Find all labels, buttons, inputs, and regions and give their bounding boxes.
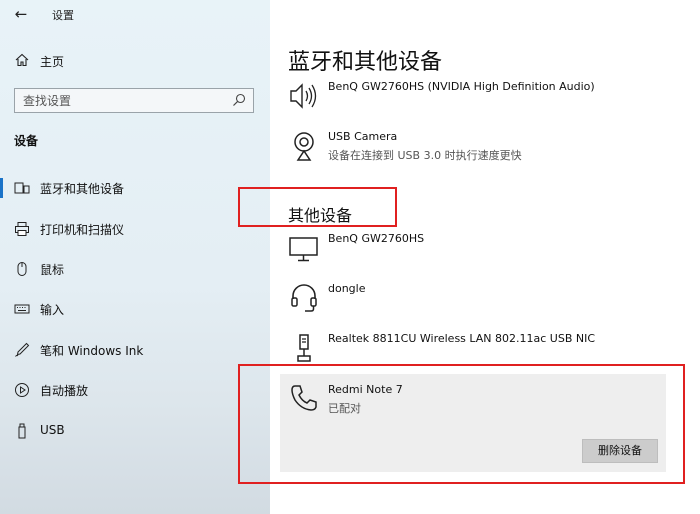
device-item[interactable]: USB Camera 设备在连接到 USB 3.0 时执行速度更快 [270,128,700,172]
keyboard-icon [14,301,30,317]
pen-icon [14,342,30,358]
mouse-icon [14,261,30,277]
usb-icon [14,423,30,439]
device-name: Realtek 8811CU Wireless LAN 802.11ac USB… [328,332,596,345]
headset-icon [288,282,320,314]
device-name: BenQ GW2760HS [328,232,425,245]
sidebar-item-mouse[interactable]: 鼠标 [0,255,270,283]
sidebar-item-home[interactable]: 主页 [0,48,270,74]
annotation-highlight-heading [238,187,397,227]
monitor-icon [288,232,320,264]
sidebar-item-bluetooth[interactable]: 蓝牙和其他设备 [0,174,270,202]
sidebar-item-label: 蓝牙和其他设备 [40,182,125,196]
device-item[interactable]: BenQ GW2760HS [270,230,700,274]
home-icon [14,53,30,69]
webcam-icon [288,130,320,162]
sidebar-item-label: 自动播放 [40,384,89,398]
speaker-icon [288,80,320,112]
app-title: 设置 [52,9,74,22]
device-name: USB Camera [328,130,398,143]
sidebar-item-label: 笔和 Windows Ink [40,344,144,358]
sidebar-item-printers[interactable]: 打印机和扫描仪 [0,215,270,243]
sidebar-item-label: USB [40,423,65,437]
device-name: BenQ GW2760HS (NVIDIA High Definition Au… [328,80,595,93]
sidebar-item-label: 主页 [40,55,65,69]
sidebar: ← 设置 主页 设备 蓝牙和其他设备 打印机和扫描仪 鼠标 [0,0,270,514]
device-status: 设备在连接到 USB 3.0 时执行速度更快 [328,149,522,162]
search-box[interactable] [14,88,254,113]
sidebar-item-typing[interactable]: 输入 [0,295,270,323]
network-adapter-icon [288,332,320,364]
autoplay-icon [14,382,30,398]
device-name: dongle [328,282,366,295]
active-indicator [0,178,3,198]
sidebar-item-label: 鼠标 [40,263,65,277]
section-title: 设备 [14,134,39,148]
sidebar-item-usb[interactable]: USB [0,417,270,445]
bluetooth-devices-icon [14,180,30,196]
sidebar-item-pen[interactable]: 笔和 Windows Ink [0,336,270,364]
sidebar-item-autoplay[interactable]: 自动播放 [0,376,270,404]
title-bar: ← 设置 [0,0,270,30]
printer-icon [14,221,30,237]
device-item[interactable]: dongle [270,280,700,324]
back-button[interactable]: ← [10,4,32,24]
search-icon[interactable] [231,92,247,108]
page-title: 蓝牙和其他设备 [288,50,443,75]
sidebar-item-label: 打印机和扫描仪 [40,223,125,237]
annotation-highlight-device [238,364,685,484]
search-input[interactable] [15,89,225,112]
device-item[interactable]: BenQ GW2760HS (NVIDIA High Definition Au… [270,78,700,122]
sidebar-item-label: 输入 [40,303,65,317]
